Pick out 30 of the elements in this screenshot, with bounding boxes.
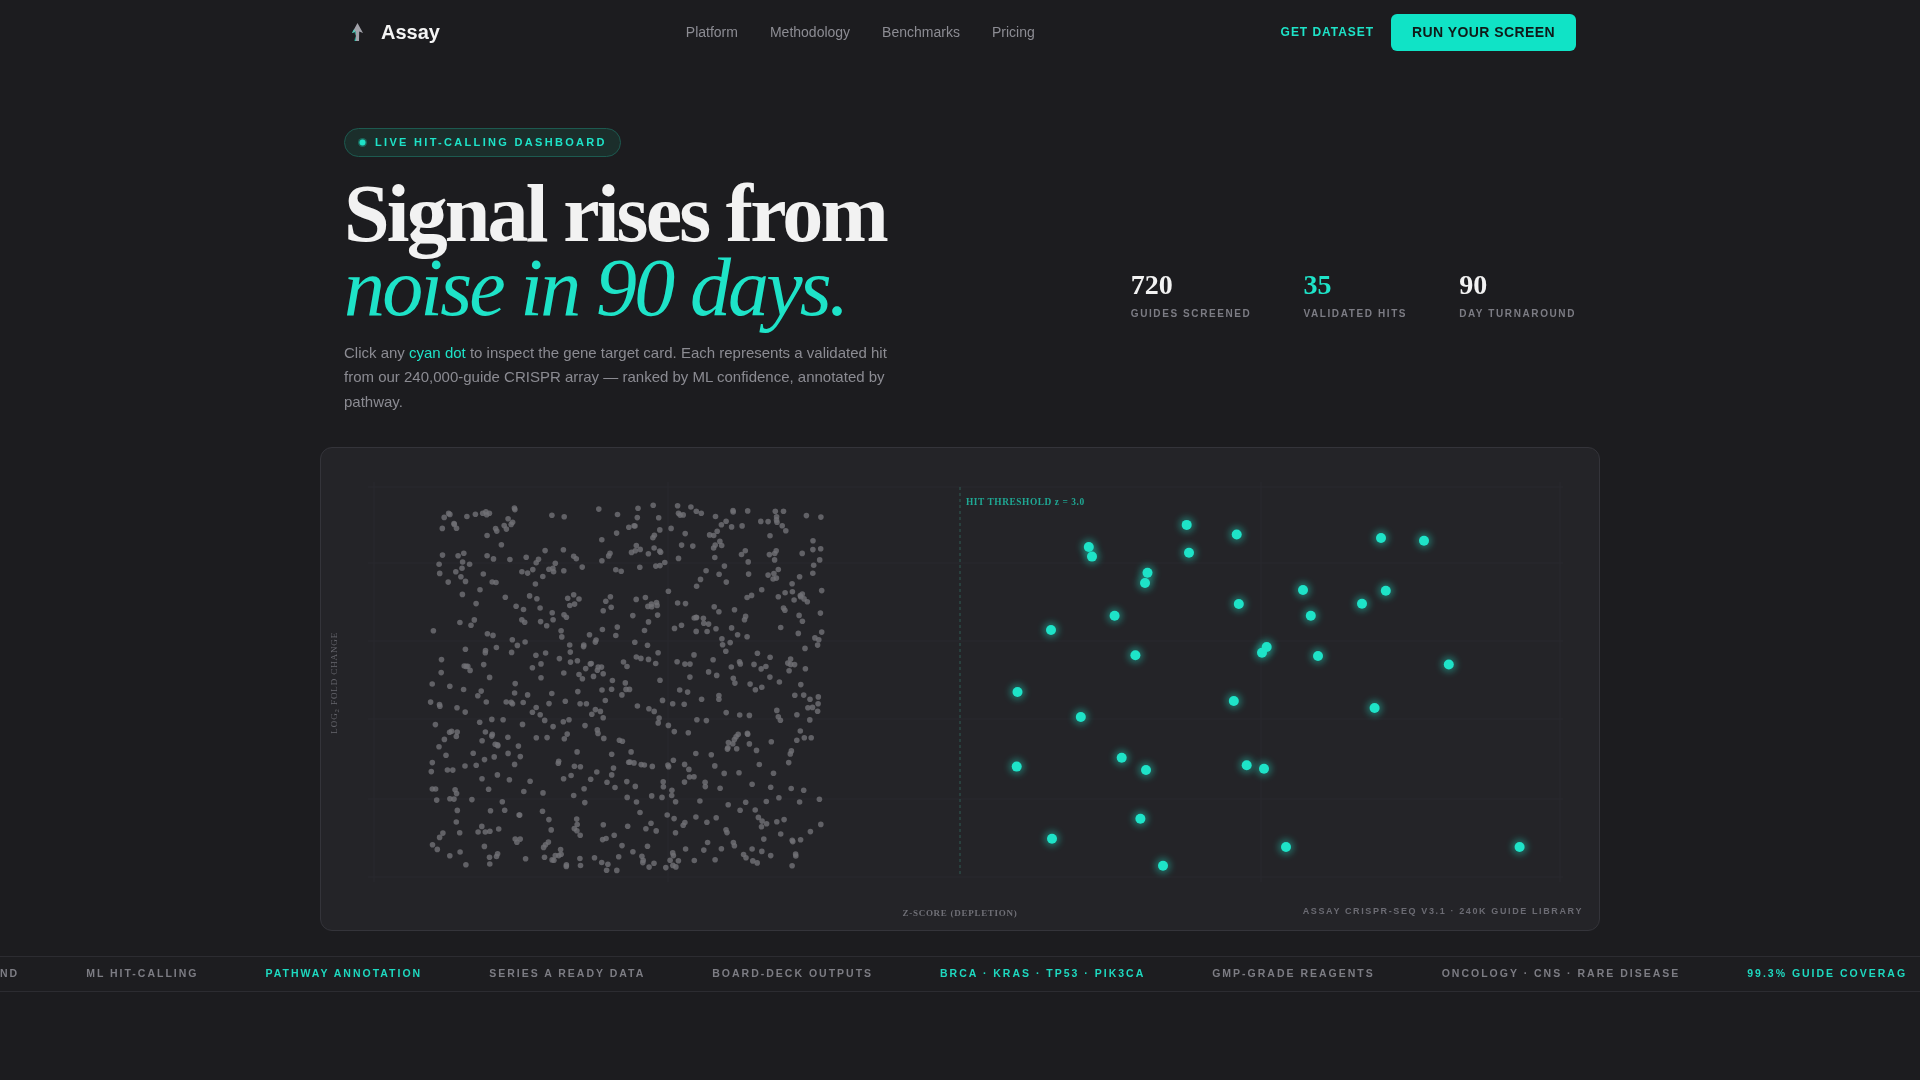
run-screen-button[interactable]: RUN YOUR SCREEN [1391,13,1576,51]
status-dot-icon [358,138,367,147]
threshold-label: HIT THRESHOLD z = 3.0 [966,496,1085,510]
nav-link[interactable]: Benchmarks [882,21,960,43]
stat-label: VALIDATED HITS [1303,307,1408,321]
ticker-item: PATHWAY ANNOTATION [265,966,423,982]
ticker-item: BRCA · KRAS · TP53 · PIK3CA [940,966,1146,982]
get-dataset-link[interactable]: GET DATASET [1280,23,1375,41]
nav-link[interactable]: Platform [685,21,738,43]
ticker-item: ONCOLOGY · CNS · RARE DISEASE [1441,966,1681,982]
stat-label: DAY TURNAROUND [1459,307,1576,321]
ticker-item: BOARD-DECK OUTPUTS [712,966,874,982]
stat-value: 90 [1459,270,1488,300]
headline: Signal rises from noise in 90 days. [344,169,888,335]
nav-link[interactable]: Methodology [769,21,851,43]
ticker-item: ND [0,966,20,982]
brand-link[interactable]: Assay [344,17,440,47]
ticker-item: 99.3% GUIDE COVERAG [1747,966,1908,982]
stat-label: GUIDES SCREENED [1130,307,1252,321]
x-axis-label: Z-SCORE (DEPLETION) [902,907,1018,921]
ticker-item: GMP-GRADE REAGENTS [1212,966,1375,982]
stat-value: 720 [1130,270,1173,300]
chart-footnote: ASSAY CRISPR-SEQ V3.1 · 240K GUIDE LIBRARY [1302,905,1583,919]
ticker-item: ML HIT-CALLING [86,966,199,982]
arrow-icon [352,23,363,41]
nav-link[interactable]: Pricing [991,21,1035,43]
ticker-item: SERIES A READY DATA [489,966,646,982]
intro-text: Click any cyan dot to inspect the gene target card. Each represents a validated hit from our 240,000-guide CRISPR array — ranked by ML confidence, annotated by pathway. [344,342,888,412]
badge-label: LIVE HIT-CALLING DASHBOARD [375,135,607,151]
stat-value: 35 [1303,270,1332,300]
